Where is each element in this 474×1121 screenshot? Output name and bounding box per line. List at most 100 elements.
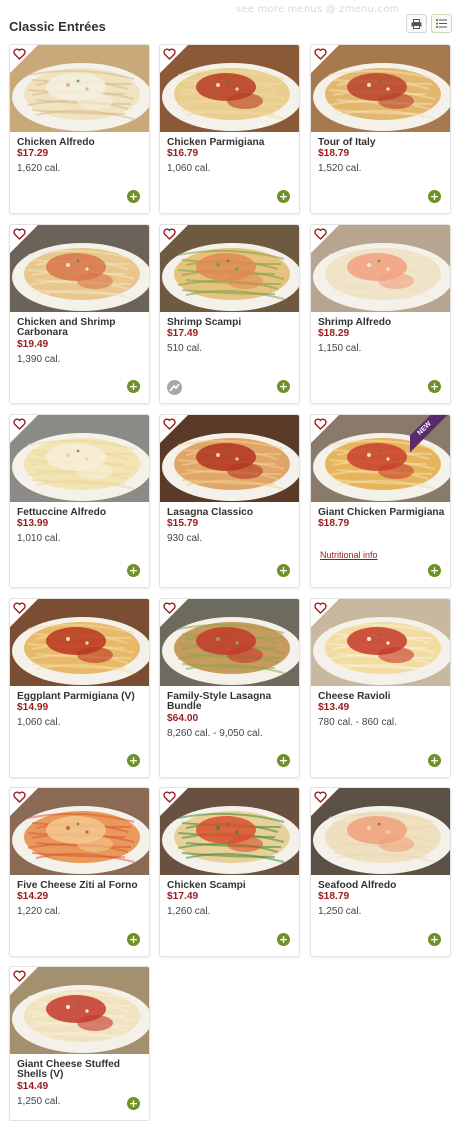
share-button[interactable] (167, 380, 182, 395)
menu-item-card[interactable]: Five Cheese Ziti al Forno $14.29 1,220 ca… (9, 787, 150, 957)
heart-icon (163, 48, 176, 60)
add-to-order-button[interactable]: + (277, 933, 290, 946)
menu-item-card[interactable]: NEW Giant Chicken Parmigiana $18.79 Nutrit… (310, 414, 451, 588)
item-calories: 1,260 cal. (167, 906, 211, 917)
item-price: $14.29 (17, 891, 49, 902)
add-to-order-button[interactable]: + (428, 380, 441, 393)
menu-item-card[interactable]: Chicken Scampi $17.49 1,260 cal. + (159, 787, 300, 957)
add-to-order-button[interactable]: + (428, 564, 441, 577)
item-name: Giant Chicken Parmigiana (318, 507, 445, 518)
item-name: Eggplant Parmigiana (V) (17, 691, 135, 702)
favorite-button[interactable] (10, 415, 30, 433)
item-calories: 930 cal. (167, 533, 203, 544)
item-price: $18.79 (318, 518, 350, 529)
menu-item-card[interactable]: Tour of Italy $18.79 1,520 cal. + (310, 44, 451, 214)
plus-icon: + (128, 1097, 139, 1110)
favorite-button[interactable] (311, 225, 331, 243)
menu-item-card[interactable]: Chicken and Shrimp Carbonara $19.49 1,390… (9, 224, 150, 404)
menu-item-card[interactable]: Cheese Ravioli $13.49 780 cal. - 860 cal.… (310, 598, 451, 778)
item-name: Chicken Alfredo (17, 137, 95, 148)
favorite-button[interactable] (160, 225, 180, 243)
menu-item-card[interactable]: Shrimp Scampi $17.49 510 cal. + (159, 224, 300, 404)
favorite-button[interactable] (311, 415, 331, 433)
item-calories: 1,250 cal. (17, 1096, 61, 1107)
add-to-order-button[interactable]: + (127, 1097, 140, 1110)
page-title: Classic Entrées (9, 19, 106, 34)
add-to-order-button[interactable]: + (428, 933, 441, 946)
favorite-button[interactable] (160, 788, 180, 806)
plus-icon: + (429, 190, 440, 203)
item-price: $16.79 (167, 148, 199, 159)
favorite-button[interactable] (160, 415, 180, 433)
favorite-button[interactable] (10, 788, 30, 806)
add-to-order-button[interactable]: + (127, 754, 140, 767)
menu-item-card[interactable]: Shrimp Alfredo $18.29 1,150 cal. + (310, 224, 451, 404)
menu-item-card[interactable]: Fettuccine Alfredo $13.99 1,010 cal. + (9, 414, 150, 588)
heart-icon (13, 48, 26, 60)
nutritional-info-link[interactable]: Nutritional info (320, 550, 378, 560)
plus-icon: + (128, 564, 139, 577)
favorite-button[interactable] (160, 599, 180, 617)
menu-item-card[interactable]: Chicken Alfredo $17.29 1,620 cal. + (9, 44, 150, 214)
item-name: Cheese Ravioli (318, 691, 391, 702)
add-to-order-button[interactable]: + (277, 380, 290, 393)
add-to-order-button[interactable]: + (127, 380, 140, 393)
heart-icon (13, 602, 26, 614)
plus-icon: + (278, 564, 289, 577)
plus-icon: + (128, 380, 139, 393)
heart-icon (163, 791, 176, 803)
add-to-order-button[interactable]: + (127, 933, 140, 946)
plus-icon: + (278, 933, 289, 946)
plus-icon: + (128, 933, 139, 946)
item-calories: 1,150 cal. (318, 343, 362, 354)
menu-item-card[interactable]: Seafood Alfredo $18.79 1,250 cal. + (310, 787, 451, 957)
item-calories: 780 cal. - 860 cal. (318, 717, 397, 728)
add-to-order-button[interactable]: + (277, 564, 290, 577)
add-to-order-button[interactable]: + (277, 190, 290, 203)
heart-icon (314, 228, 327, 240)
plus-icon: + (429, 564, 440, 577)
menu-item-card[interactable]: Lasagna Classico $15.79 930 cal. + (159, 414, 300, 588)
plus-icon: + (429, 380, 440, 393)
header: Classic Entrées (9, 14, 464, 40)
heart-icon (13, 228, 26, 240)
plus-icon: + (128, 190, 139, 203)
favorite-button[interactable] (160, 45, 180, 63)
item-price: $17.49 (167, 328, 199, 339)
menu-item-card[interactable]: Chicken Parmigiana $16.79 1,060 cal. + (159, 44, 300, 214)
item-name: Shrimp Alfredo (318, 317, 392, 328)
heart-icon (13, 970, 26, 982)
print-button[interactable] (406, 14, 427, 33)
favorite-button[interactable] (10, 225, 30, 243)
favorite-button[interactable] (311, 788, 331, 806)
menu-item-card[interactable]: Family-Style Lasagna Bundle $64.00 8,260 … (159, 598, 300, 778)
item-name: Five Cheese Ziti al Forno (17, 880, 138, 891)
item-price: $18.79 (318, 891, 350, 902)
plus-icon: + (128, 754, 139, 767)
add-to-order-button[interactable]: + (127, 190, 140, 203)
favorite-button[interactable] (10, 967, 30, 985)
share-icon (169, 383, 180, 392)
list-icon (436, 19, 447, 28)
menu-item-card[interactable]: Eggplant Parmigiana (V) $14.99 1,060 cal.… (9, 598, 150, 778)
favorite-button[interactable] (10, 45, 30, 63)
add-to-order-button[interactable]: + (428, 190, 441, 203)
favorite-button[interactable] (10, 599, 30, 617)
item-price: $14.49 (17, 1081, 49, 1092)
favorite-button[interactable] (311, 45, 331, 63)
list-view-button[interactable] (431, 14, 452, 33)
heart-icon (163, 228, 176, 240)
plus-icon: + (278, 754, 289, 767)
add-to-order-button[interactable]: + (127, 564, 140, 577)
favorite-button[interactable] (311, 599, 331, 617)
add-to-order-button[interactable]: + (277, 754, 290, 767)
item-calories: 8,260 cal. - 9,050 cal. (167, 728, 263, 739)
item-price: $64.00 (167, 713, 199, 724)
item-calories: 1,520 cal. (318, 163, 362, 174)
new-badge: NEW (410, 415, 450, 455)
add-to-order-button[interactable]: + (428, 754, 441, 767)
menu-item-card[interactable]: Giant Cheese Stuffed Shells (V) $14.49 1,… (9, 966, 150, 1121)
item-name: Fettuccine Alfredo (17, 507, 107, 518)
item-name: Lasagna Classico (167, 507, 254, 518)
heart-icon (314, 418, 327, 430)
